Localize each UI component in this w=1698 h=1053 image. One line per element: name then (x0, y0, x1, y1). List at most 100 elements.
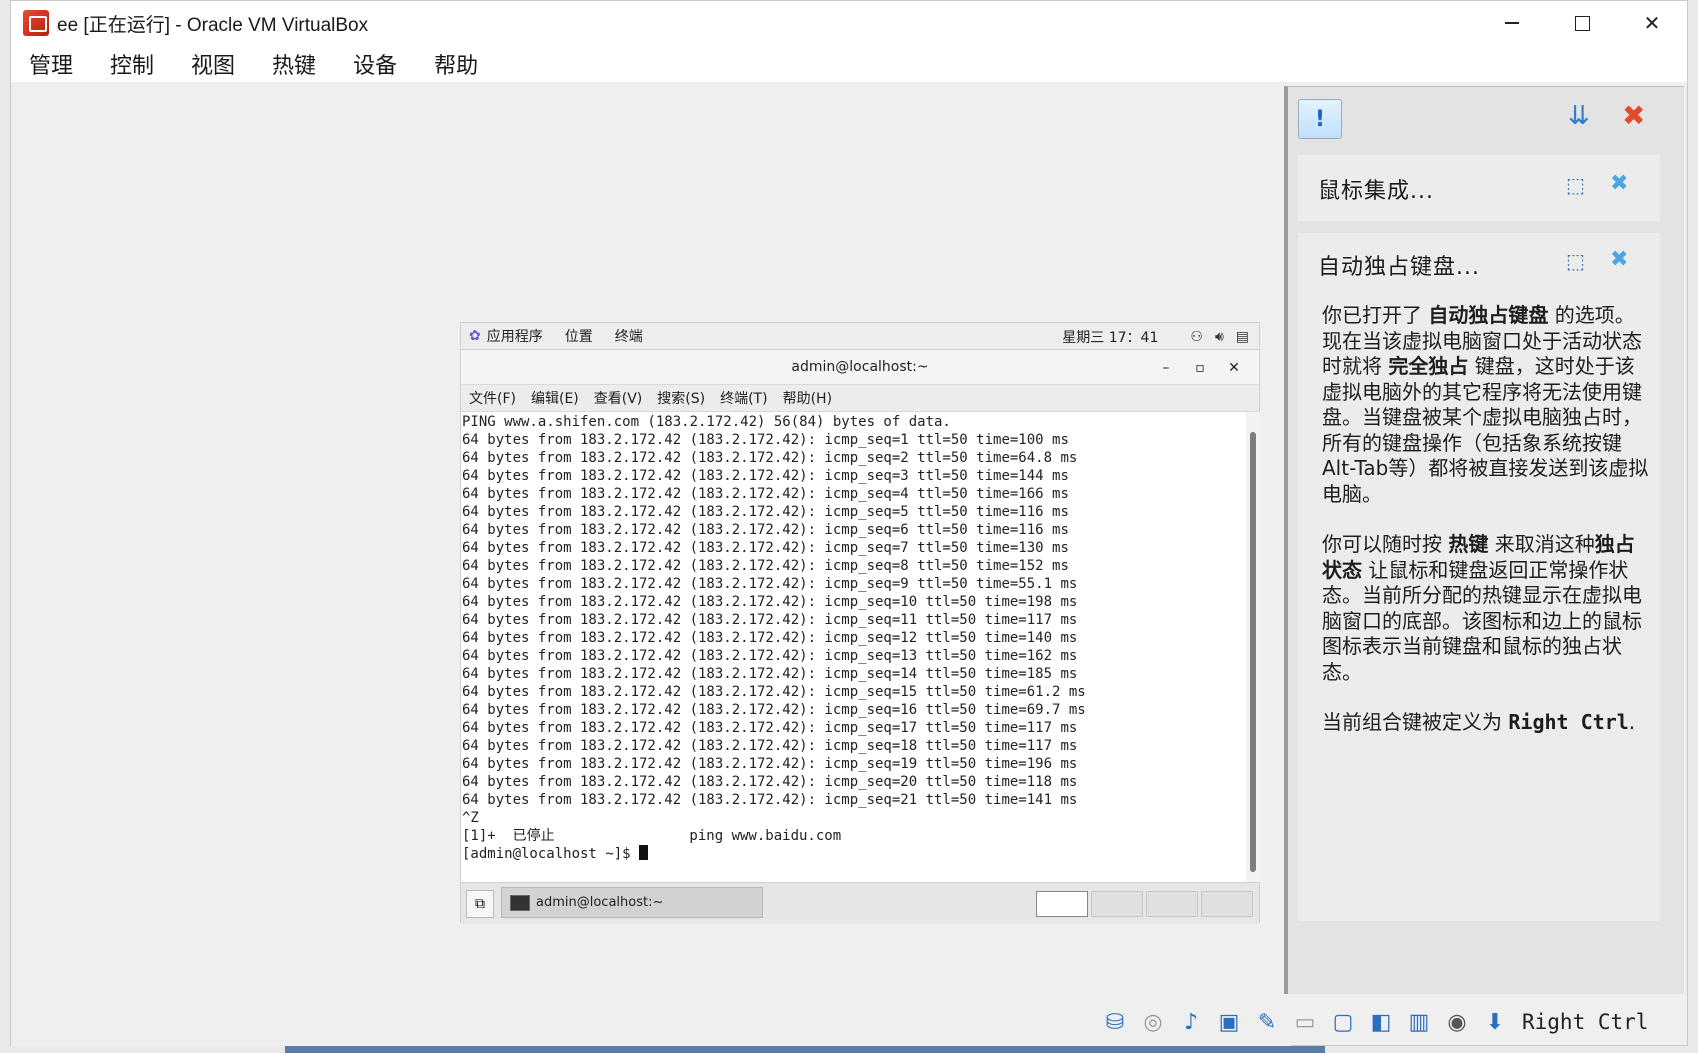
text-run: 让鼠标和键盘返回正常操作状态。当前所分配的热键显示在虚拟电脑窗口的底部。该图标和… (1322, 557, 1642, 684)
menu-manage[interactable]: 管理 (27, 48, 75, 80)
notification-paragraph: 你可以随时按 热键 来取消这种独占状态 让鼠标和键盘返回正常操作状态。当前所分配… (1322, 532, 1652, 685)
terminal-menu-terminal[interactable]: 终端(T) (720, 388, 767, 408)
terminal-close-icon[interactable]: ✕ (1217, 360, 1251, 376)
menu-control[interactable]: 控制 (108, 48, 156, 80)
terminal-line: 64 bytes from 183.2.172.42 (183.2.172.42… (462, 450, 1078, 466)
terminal-line: 64 bytes from 183.2.172.42 (183.2.172.42… (462, 774, 1078, 790)
shared-folder-icon[interactable]: ▭ (1290, 1007, 1320, 1037)
workspace-4[interactable] (1201, 891, 1253, 917)
gnome-menu-places[interactable]: 位置 (565, 326, 593, 346)
menu-hotkey[interactable]: 热键 (270, 48, 318, 80)
terminal-line: 64 bytes from 183.2.172.42 (183.2.172.42… (462, 792, 1078, 808)
terminal-line: 64 bytes from 183.2.172.42 (183.2.172.42… (462, 594, 1078, 610)
terminal-line: 64 bytes from 183.2.172.42 (183.2.172.42… (462, 666, 1078, 682)
taskbar-terminal-button[interactable]: admin@localhost:~ (501, 887, 763, 918)
terminal-line: 64 bytes from 183.2.172.42 (183.2.172.42… (462, 468, 1069, 484)
minimize-button[interactable] (1477, 1, 1547, 45)
terminal-line: 64 bytes from 183.2.172.42 (183.2.172.42… (462, 684, 1086, 700)
guest-taskbar: ⧉ admin@localhost:~ (461, 882, 1259, 924)
terminal-menu-edit[interactable]: 编辑(E) (531, 388, 579, 408)
close-all-icon[interactable]: ✖ (1622, 99, 1645, 132)
notification-auto-capture-keyboard[interactable]: 自动独占键盘... ⬚ ✖ 你已打开了 自动独占键盘 的选项。现在当该虚拟电脑窗… (1298, 233, 1660, 921)
workspace-3[interactable] (1146, 891, 1198, 917)
terminal-maximize-icon[interactable]: ▫ (1183, 360, 1217, 376)
terminal-menu-file[interactable]: 文件(F) (469, 388, 516, 408)
gnome-apps-icon: ✿ (469, 328, 481, 344)
sort-icon[interactable]: ⇊ (1568, 101, 1590, 131)
terminal-prompt: [admin@localhost ~]$ (462, 846, 640, 862)
terminal-window-controls: – ▫ ✕ (1149, 350, 1251, 385)
terminal-minimize-icon[interactable]: – (1149, 360, 1183, 376)
mouse-capture-icon[interactable]: ◉ (1442, 1007, 1472, 1037)
vm-status-bar: ⛁ ◎ ♪ ▣ ✎ ▭ ▢ ◧ ▥ ◉ ⬇ Right Ctrl (1100, 1002, 1649, 1042)
terminal-line: [1]+ 已停止 ping www.baidu.com (462, 828, 842, 844)
terminal-menu-help[interactable]: 帮助(H) (783, 388, 832, 408)
terminal-menu-search[interactable]: 搜索(S) (657, 388, 705, 408)
bold-text: 完全独占 (1388, 354, 1469, 378)
gnome-clock[interactable]: 星期三 17：41 (1062, 327, 1158, 347)
guest-desktop[interactable]: ✿ 应用程序 位置 终端 星期三 17：41 ⚇ 🔊︎ ▤ admin@loca… (460, 322, 1260, 924)
hdd-icon[interactable]: ⛁ (1100, 1007, 1130, 1037)
network-icon[interactable]: ⚇ (1190, 329, 1203, 345)
menu-bar: 管理 控制 视图 热键 设备 帮助 (11, 45, 1687, 82)
host-key-label: Right Ctrl (1522, 1010, 1649, 1034)
workspace-2[interactable] (1091, 891, 1143, 917)
terminal-scrollbar[interactable] (1246, 412, 1260, 882)
maximize-button[interactable] (1547, 1, 1617, 45)
notification-header: ! ⇊ ✖ (1288, 87, 1684, 151)
bold-text: Right Ctrl (1508, 710, 1629, 734)
maximize-icon (1574, 15, 1590, 31)
terminal-line: 64 bytes from 183.2.172.42 (183.2.172.42… (462, 630, 1078, 646)
notification-mouse-integration[interactable]: 鼠标集成... ⬚ ✖ (1298, 155, 1660, 221)
terminal-title: admin@localhost:~ (791, 359, 929, 375)
display-icon[interactable]: ▢ (1328, 1007, 1358, 1037)
network-adapter-icon[interactable]: ▣ (1214, 1007, 1244, 1037)
terminal-line: 64 bytes from 183.2.172.42 (183.2.172.42… (462, 702, 1086, 718)
vm-display[interactable]: ✿ 应用程序 位置 终端 星期三 17：41 ⚇ 🔊︎ ▤ admin@loca… (11, 82, 1291, 1047)
notification-title: 自动独占键盘... (1318, 255, 1480, 280)
notification-title: 鼠标集成... (1318, 179, 1434, 204)
workspace-1[interactable] (1036, 891, 1088, 917)
text-run: 当前组合键被定义为 (1322, 710, 1509, 734)
terminal-line: 64 bytes from 183.2.172.42 (183.2.172.42… (462, 738, 1078, 754)
video-capture-icon[interactable]: ◧ (1366, 1007, 1396, 1037)
terminal-menu-view[interactable]: 查看(V) (594, 388, 643, 408)
close-button[interactable]: ✕ (1617, 1, 1687, 45)
usb-icon[interactable]: ✎ (1252, 1007, 1282, 1037)
bold-text: 自动独占键盘 (1428, 303, 1549, 327)
window-title: ee [正在运行] - Oracle VM VirtualBox (57, 14, 369, 36)
cd-icon[interactable]: ◎ (1138, 1007, 1168, 1037)
battery-icon[interactable]: ▤ (1236, 329, 1249, 345)
menu-help[interactable]: 帮助 (432, 48, 480, 80)
terminal-title-bar: admin@localhost:~ – ▫ ✕ (461, 350, 1259, 385)
show-desktop-icon[interactable]: ⧉ (466, 890, 494, 918)
window-controls: ✕ (1477, 1, 1687, 45)
terminal-cursor (639, 845, 649, 860)
dismiss-icon[interactable]: ✖ (1610, 247, 1628, 272)
terminal-scroll-thumb[interactable] (1250, 432, 1256, 872)
terminal-line: 64 bytes from 183.2.172.42 (183.2.172.42… (462, 522, 1069, 538)
terminal-line: 64 bytes from 183.2.172.42 (183.2.172.42… (462, 720, 1078, 736)
text-run: 你已打开了 (1322, 303, 1429, 327)
volume-icon[interactable]: 🔊︎ (1215, 329, 1224, 345)
dismiss-icon[interactable]: ✖ (1610, 171, 1628, 196)
terminal-line: 64 bytes from 183.2.172.42 (183.2.172.42… (462, 648, 1078, 664)
terminal-line: 64 bytes from 183.2.172.42 (183.2.172.42… (462, 432, 1069, 448)
keyboard-capture-icon[interactable]: ⬇ (1480, 1007, 1510, 1037)
terminal-line: 64 bytes from 183.2.172.42 (183.2.172.42… (462, 540, 1069, 556)
cpu-icon[interactable]: ▥ (1404, 1007, 1434, 1037)
menu-view[interactable]: 视图 (189, 48, 237, 80)
alert-icon[interactable]: ! (1298, 99, 1342, 139)
text-run: 你可以随时按 (1322, 532, 1449, 556)
audio-icon[interactable]: ♪ (1176, 1007, 1206, 1037)
notification-body: 你已打开了 自动独占键盘 的选项。现在当该虚拟电脑窗口处于活动状态时就将 完全独… (1322, 303, 1652, 761)
terminal-line: PING www.a.shifen.com (183.2.172.42) 56(… (462, 414, 951, 430)
text-run: 来取消这种 (1488, 532, 1595, 556)
gnome-menu-apps[interactable]: 应用程序 (487, 326, 543, 346)
terminal-prompt-line[interactable]: [admin@localhost ~]$ (462, 845, 1246, 863)
terminal-output[interactable]: PING www.a.shifen.com (183.2.172.42) 56(… (461, 412, 1246, 882)
menu-devices[interactable]: 设备 (351, 48, 399, 80)
terminal-menu-bar: 文件(F) 编辑(E) 查看(V) 搜索(S) 终端(T) 帮助(H) (461, 385, 1259, 412)
notification-center: ! ⇊ ✖ 鼠标集成... ⬚ ✖ 自动独占键盘... ⬚ ✖ 你已打开了 自动… (1284, 86, 1684, 994)
gnome-menu-terminal[interactable]: 终端 (615, 326, 643, 346)
